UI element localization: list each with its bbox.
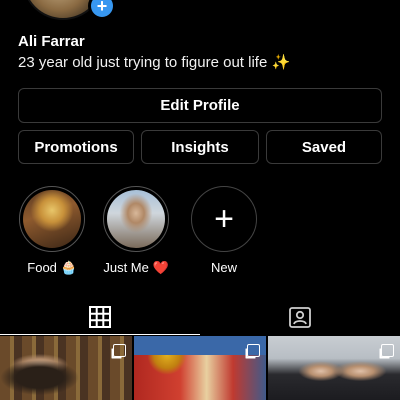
highlight-just-me[interactable]: Just Me ❤️ — [96, 186, 176, 276]
grid-post[interactable] — [0, 336, 132, 400]
new-highlight-ring: + — [191, 186, 257, 252]
tab-tagged[interactable] — [200, 300, 400, 334]
saved-button[interactable]: Saved — [266, 130, 382, 164]
promotions-button[interactable]: Promotions — [18, 130, 134, 164]
highlight-new[interactable]: + New — [184, 186, 264, 275]
profile-bio: 23 year old just trying to figure out li… — [18, 54, 291, 71]
highlight-food[interactable]: Food 🧁 — [12, 186, 92, 276]
highlight-label: Just Me ❤️ — [103, 260, 169, 275]
highlight-cover-image — [23, 190, 81, 248]
active-tab-indicator — [0, 334, 200, 335]
plus-icon: + — [214, 200, 234, 238]
grid-icon — [89, 306, 111, 328]
grid-post[interactable] — [268, 336, 400, 400]
profile-name: Ali Farrar — [18, 33, 85, 50]
add-story-icon[interactable]: + — [88, 0, 116, 20]
tab-posts-grid[interactable] — [0, 300, 200, 334]
multi-photo-icon — [381, 344, 394, 357]
edit-profile-button[interactable]: Edit Profile — [18, 88, 382, 123]
grid-post[interactable] — [134, 336, 266, 400]
highlight-ring — [19, 186, 85, 252]
insights-button[interactable]: Insights — [141, 130, 259, 164]
highlight-cover-image — [107, 190, 165, 248]
highlight-label: New — [210, 260, 237, 275]
highlight-ring — [103, 186, 169, 252]
multi-photo-icon — [247, 344, 260, 357]
tagged-person-icon — [289, 307, 311, 328]
multi-photo-icon — [113, 344, 126, 357]
highlight-label: Food 🧁 — [27, 260, 77, 275]
